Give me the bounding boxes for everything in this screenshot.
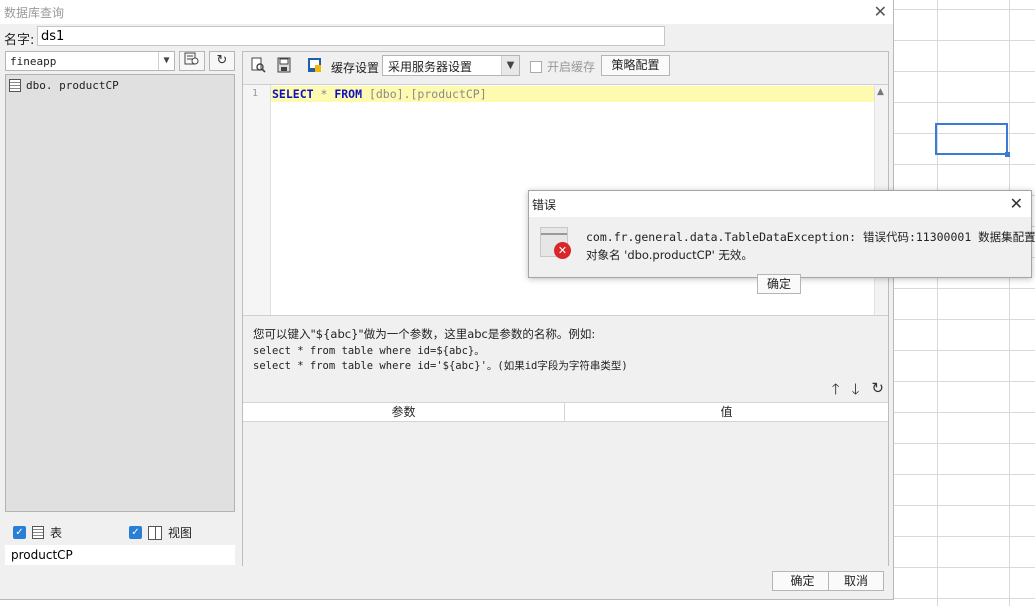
close-icon[interactable]: ✕: [1010, 194, 1023, 213]
hint-line: 您可以键入"${abc}"做为一个参数，这里abc是参数的名称。例如:: [253, 327, 596, 341]
parameter-table-header: 参数 值: [243, 402, 888, 422]
refresh-icon: ↻: [216, 53, 228, 68]
table-icon: [32, 526, 44, 539]
checkmark-icon: ✓: [129, 526, 142, 539]
line-gutter: 1: [243, 85, 271, 315]
left-panel: fineapp ▼ ↻ dbo. productCP ✓ 表 ✓ 视图 prod…: [5, 51, 241, 566]
param-tools: 🡑 🡓 ↻: [832, 379, 884, 404]
table-filter-label: 表: [50, 526, 63, 540]
error-icon: ✕: [540, 227, 571, 259]
tree-item-label: dbo. productCP: [26, 79, 119, 92]
table-icon: [9, 79, 21, 92]
error-ok-button[interactable]: 确定: [757, 274, 801, 294]
strategy-config-button[interactable]: 策略配置: [601, 55, 670, 76]
arrow-down-icon[interactable]: 🡓: [852, 379, 860, 404]
name-label: 名字:: [4, 33, 35, 48]
close-icon[interactable]: ✕: [874, 2, 887, 21]
enable-cache-label: 开启缓存: [547, 60, 596, 74]
sql-toolbar: 缓存设置 采用服务器设置 ▼ 开启缓存 策略配置: [243, 52, 888, 82]
filter-row: ✓ 表 ✓ 视图: [5, 521, 235, 543]
preview-icon[interactable]: [249, 57, 267, 75]
parameter-table: 参数 值: [243, 402, 888, 566]
error-x-icon: ✕: [554, 242, 571, 259]
name-input[interactable]: [37, 26, 665, 46]
cache-mode-value: 采用服务器设置: [388, 60, 473, 74]
connection-select[interactable]: fineapp ▼: [5, 51, 175, 71]
chevron-down-icon: ▼: [158, 52, 174, 70]
column-header-param: 参数: [243, 403, 565, 422]
sql-keyword-from: FROM: [334, 87, 363, 101]
table-search-input[interactable]: [5, 545, 235, 565]
ok-button[interactable]: 确定: [772, 571, 833, 591]
cache-settings-label: 缓存设置: [331, 61, 380, 75]
error-message-detail: 对象名 'dbo.productCP' 无效。: [586, 248, 753, 262]
error-dialog-titlebar: 错误 ✕: [529, 191, 1031, 217]
line-number: 1: [252, 88, 259, 99]
preview-table-button[interactable]: [179, 51, 205, 71]
column-header-value: 值: [720, 405, 733, 419]
cancel-button[interactable]: 取消: [828, 571, 884, 591]
table-tree: dbo. productCP: [5, 74, 235, 512]
hint-line: select * from table where id='${abc}'。(如…: [253, 360, 628, 372]
refresh-button[interactable]: ↻: [209, 51, 235, 71]
cache-mode-select[interactable]: 采用服务器设置 ▼: [382, 55, 520, 76]
tree-item[interactable]: dbo. productCP: [9, 79, 119, 92]
arrow-up-icon[interactable]: 🡑: [832, 379, 840, 404]
sql-table-ref: [dbo].[productCP]: [362, 87, 487, 101]
checkmark-icon: ✓: [13, 526, 26, 539]
database-query-dialog: 数据库查询 ✕ 名字: fineapp ▼ ↻ dbo. productCP: [0, 0, 894, 600]
chevron-down-icon: ▼: [501, 56, 519, 75]
view-icon: [148, 525, 162, 540]
table-filter-checkbox[interactable]: ✓ 表: [13, 524, 62, 541]
error-message: com.fr.general.data.TableDataException: …: [586, 230, 1035, 244]
connection-value: fineapp: [10, 55, 57, 68]
sql-star: *: [313, 87, 335, 101]
error-dialog: 错误 ✕ ✕ com.fr.general.data.TableDataExce…: [528, 190, 1035, 294]
sql-keyword-select: SELECT: [272, 87, 314, 101]
enable-cache-checkbox[interactable]: 开启缓存: [530, 58, 595, 75]
hint-line: select * from table where id=${abc}。: [253, 345, 485, 357]
checkbox-empty-icon: [530, 60, 542, 73]
view-filter-checkbox[interactable]: ✓ 视图: [129, 524, 192, 541]
selected-cell[interactable]: [935, 123, 1010, 157]
scroll-up-icon[interactable]: ▲: [877, 87, 884, 97]
spreadsheet-grid: [894, 0, 1035, 606]
sql-code-line: SELECT * FROM [dbo].[productCP]: [272, 87, 487, 101]
preview-table-icon: [184, 52, 199, 65]
refresh-icon[interactable]: ↻: [871, 379, 884, 404]
error-dialog-title: 错误: [532, 198, 557, 212]
save-icon[interactable]: [275, 57, 293, 75]
dialog-titlebar: 数据库查询 ✕: [0, 0, 893, 24]
right-panel: 缓存设置 采用服务器设置 ▼ 开启缓存 策略配置 1 SELECT * FROM…: [242, 51, 889, 566]
dialog-title: 数据库查询: [4, 6, 65, 20]
parameter-hint: 您可以键入"${abc}"做为一个参数，这里abc是参数的名称。例如: sele…: [243, 319, 888, 399]
view-filter-label: 视图: [168, 526, 193, 540]
cache-icon: [306, 57, 324, 75]
